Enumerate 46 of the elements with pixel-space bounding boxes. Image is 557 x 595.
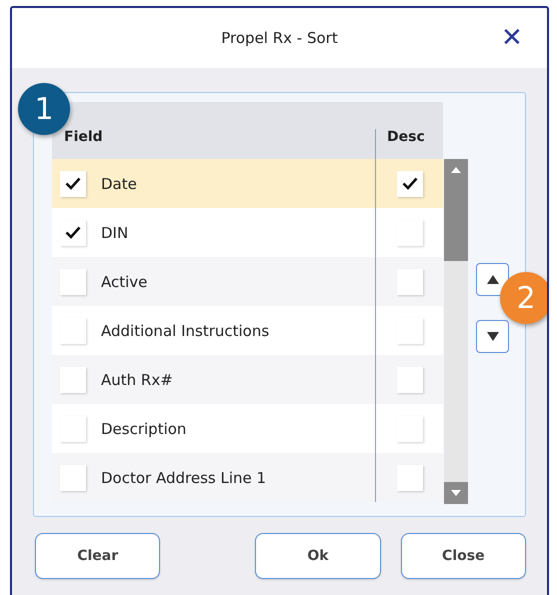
window-title: Propel Rx - Sort [221,29,338,47]
table-row[interactable]: Doctor Address Line 1 [52,453,443,502]
checkbox[interactable] [396,318,422,344]
checkbox[interactable] [60,170,86,196]
table-row[interactable]: DIN [52,208,443,257]
checkbox[interactable] [396,416,422,442]
move-up-button[interactable] [476,263,509,296]
checkbox[interactable] [60,366,86,392]
field-name: Date [101,174,137,192]
field-name: DIN [101,224,128,242]
checkbox[interactable] [396,464,422,490]
checkmark-icon [65,177,81,190]
table-row[interactable]: Active [52,257,443,306]
table-row[interactable]: Date [52,159,443,208]
close-button[interactable]: ✕ [501,22,523,52]
move-down-button[interactable] [476,320,509,353]
up-triangle-icon [486,275,498,284]
checkbox[interactable] [396,170,422,196]
field-name: Active [101,272,148,290]
scroll-up-button[interactable] [444,159,468,181]
close-button[interactable]: Close [400,533,526,579]
checkmark-icon [65,226,81,239]
checkbox[interactable] [396,268,422,294]
checkbox[interactable] [60,220,86,246]
ok-button[interactable]: Ok [255,533,381,579]
checkbox[interactable] [60,416,86,442]
field-name: Additional Instructions [101,322,270,340]
up-triangle-icon [451,167,461,173]
table-row[interactable]: Description [52,404,443,453]
field-name: Doctor Address Line 1 [101,468,266,486]
down-triangle-icon [486,332,498,341]
checkbox[interactable] [60,464,86,490]
clear-button[interactable]: Clear [35,533,160,579]
table-row[interactable]: Auth Rx# [52,355,443,404]
checkbox[interactable] [396,366,422,392]
down-triangle-icon [451,490,461,496]
field-name: Auth Rx# [101,370,173,388]
scroll-thumb[interactable] [444,181,468,261]
checkbox[interactable] [396,220,422,246]
scroll-down-button[interactable] [444,482,468,504]
checkbox[interactable] [60,318,86,344]
scrollbar[interactable] [444,159,468,504]
table-row[interactable]: Additional Instructions [52,306,443,355]
checkmark-icon [402,177,418,190]
checkbox[interactable] [60,268,86,294]
field-name: Description [101,420,186,438]
